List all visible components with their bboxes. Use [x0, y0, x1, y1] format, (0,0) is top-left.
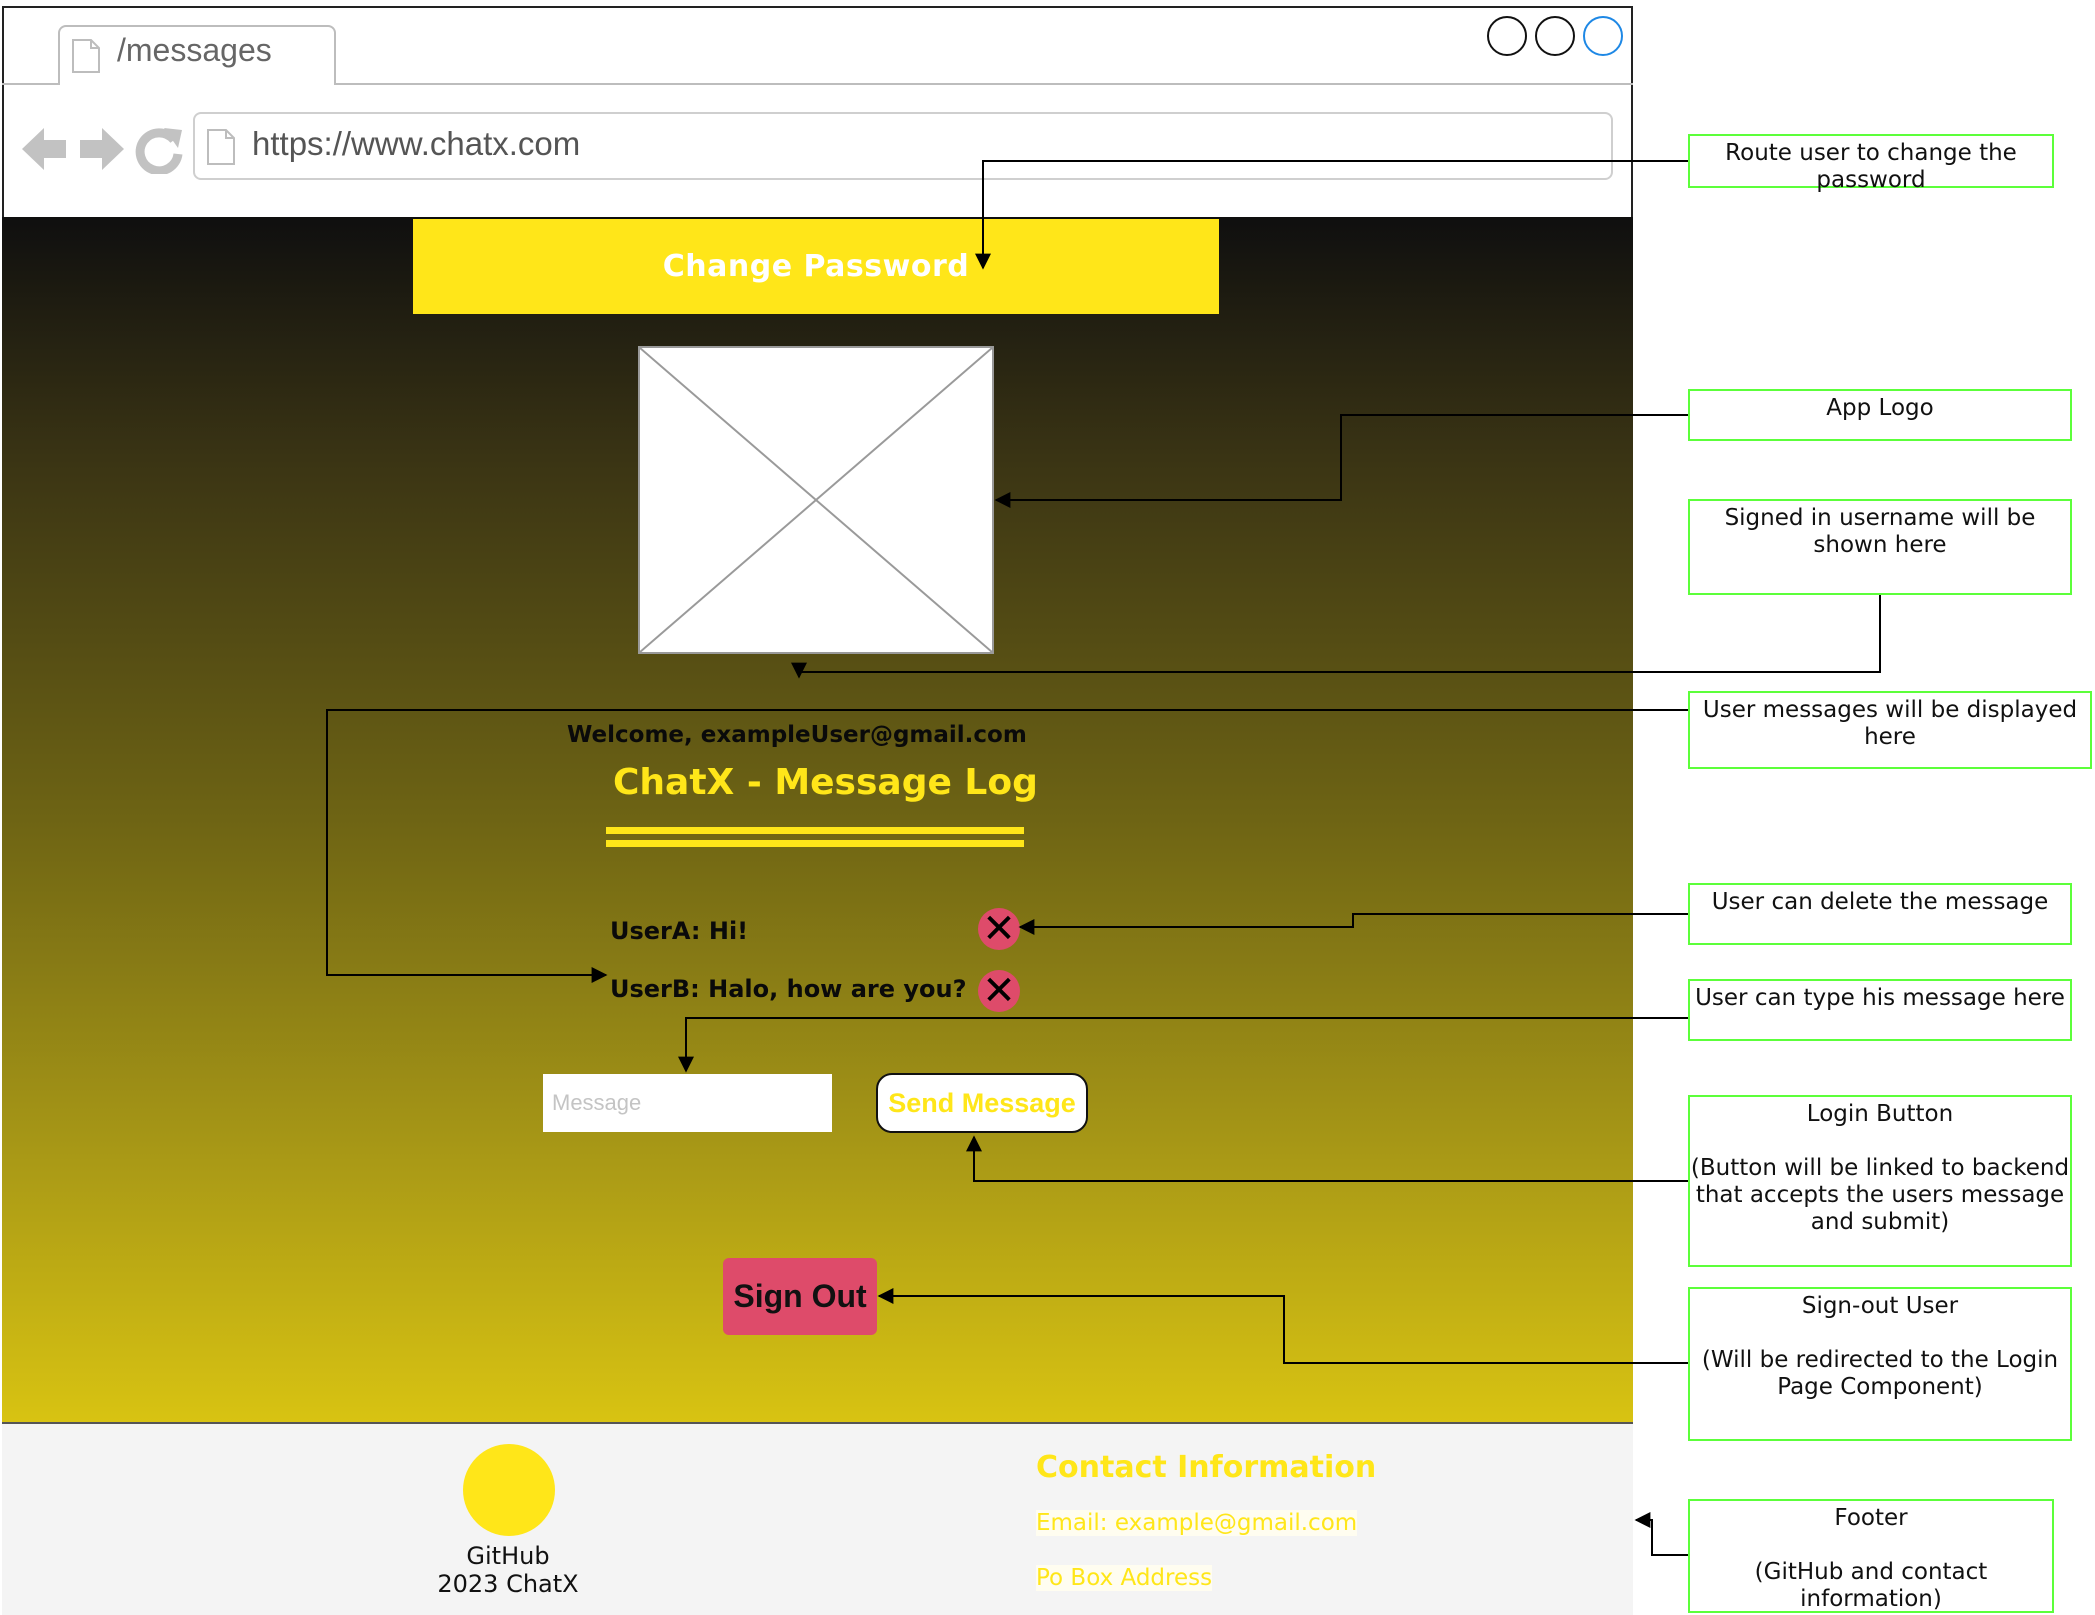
- connector-footer: [1634, 1512, 1688, 1556]
- connector-signout: [877, 1288, 1688, 1364]
- connector-login-button: [966, 1135, 1688, 1182]
- connector-type: [678, 1017, 1688, 1073]
- connector-username: [791, 595, 1881, 679]
- annotation-connectors: [326, 160, 1881, 1556]
- connector-messages: [326, 709, 1688, 983]
- connector-logo: [994, 414, 1688, 508]
- connector-delete: [1018, 913, 1688, 935]
- connector-change-password: [975, 160, 1688, 270]
